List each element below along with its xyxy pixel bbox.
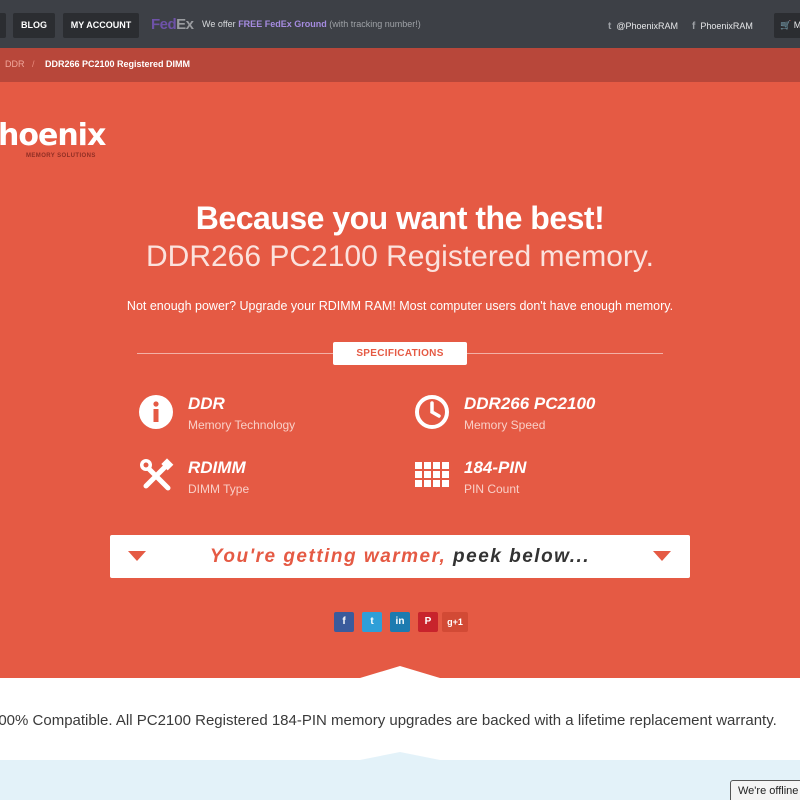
fedex-logo: FedEx	[151, 16, 194, 33]
share-facebook-button[interactable]: f	[334, 612, 354, 632]
twitter-icon: t	[608, 21, 612, 32]
breadcrumb: DDR / DDR266 PC2100 Registered DIMM	[0, 48, 800, 82]
facebook-icon: f	[692, 21, 696, 32]
page-title: Because you want the best!	[195, 200, 605, 236]
shipping-promo-prefix: We offer	[202, 19, 239, 29]
breadcrumb-separator: /	[32, 59, 35, 69]
facebook-label: PhoenixRAM	[700, 21, 753, 31]
share-googleplus-button[interactable]: g+1	[442, 612, 468, 632]
shipping-promo-suffix: (with tracking number!)	[326, 19, 421, 29]
spec-desc: Memory Speed	[464, 418, 546, 432]
divider-left	[137, 353, 333, 354]
share-pinterest-button[interactable]: P	[418, 612, 438, 632]
shipping-promo-highlight: FREE FedEx Ground	[238, 19, 327, 29]
twitter-label: @PhoenixRAM	[616, 21, 679, 31]
spec-value: DDR266 PC2100	[464, 394, 596, 413]
peek-text: You're getting warmer, peek below...	[110, 546, 690, 568]
logo-wordmark: hoenix	[0, 118, 106, 153]
breadcrumb-ddr-link[interactable]: DDR	[5, 59, 25, 69]
spec-value: RDIMM	[188, 458, 246, 477]
hero-tagline: Not enough power? Upgrade your RDIMM RAM…	[126, 299, 674, 313]
peek-below-bar[interactable]: You're getting warmer, peek below...	[110, 535, 690, 578]
spec-value: DDR	[188, 394, 225, 413]
nav-button-partial[interactable]	[0, 13, 6, 38]
cart-button[interactable]: 🛒 My	[774, 13, 800, 38]
top-navigation-bar: BLOG MY ACCOUNT FedEx We offer FREE FedE…	[0, 0, 800, 48]
page-subtitle: DDR266 PC2100 Registered memory.	[146, 240, 654, 273]
logo-tagline: MEMORY SOLUTIONS	[26, 153, 96, 159]
twitter-link[interactable]: t @PhoenixRAM	[608, 21, 678, 32]
spec-desc: PIN Count	[464, 482, 520, 496]
peek-text-dark: peek below...	[453, 546, 591, 567]
section-notch	[360, 752, 440, 760]
spec-value: 184-PIN	[464, 458, 527, 477]
spec-desc: DIMM Type	[188, 482, 250, 496]
share-twitter-button[interactable]: t	[362, 612, 382, 632]
divider-right	[467, 353, 663, 354]
lower-section	[0, 760, 800, 800]
facebook-link[interactable]: f PhoenixRAM	[692, 21, 753, 32]
share-linkedin-button[interactable]: in	[390, 612, 410, 632]
shipping-promo: We offer FREE FedEx Ground (with trackin…	[202, 19, 421, 29]
cart-icon: 🛒	[780, 20, 792, 30]
fedex-logo-fed: Fed	[151, 16, 177, 33]
section-notch	[360, 666, 440, 678]
arrow-down-icon	[653, 551, 671, 561]
compatibility-text: 100% Compatible. All PC2100 Registered 1…	[0, 712, 777, 729]
clock-icon	[415, 395, 449, 429]
spec-desc: Memory Technology	[188, 418, 296, 432]
offline-chat-button[interactable]: We're offline	[730, 780, 800, 800]
my-account-button[interactable]: MY ACCOUNT	[63, 13, 139, 38]
info-icon	[139, 395, 173, 429]
breadcrumb-current: DDR266 PC2100 Registered DIMM	[45, 59, 191, 69]
specifications-label: SPECIFICATIONS	[333, 342, 467, 365]
fedex-logo-ex: Ex	[176, 16, 194, 33]
grid-icon	[415, 462, 449, 487]
peek-text-highlight: You're getting warmer,	[209, 546, 454, 567]
tools-icon	[140, 458, 174, 491]
cart-label: My	[793, 20, 800, 30]
blog-button[interactable]: BLOG	[13, 13, 55, 38]
